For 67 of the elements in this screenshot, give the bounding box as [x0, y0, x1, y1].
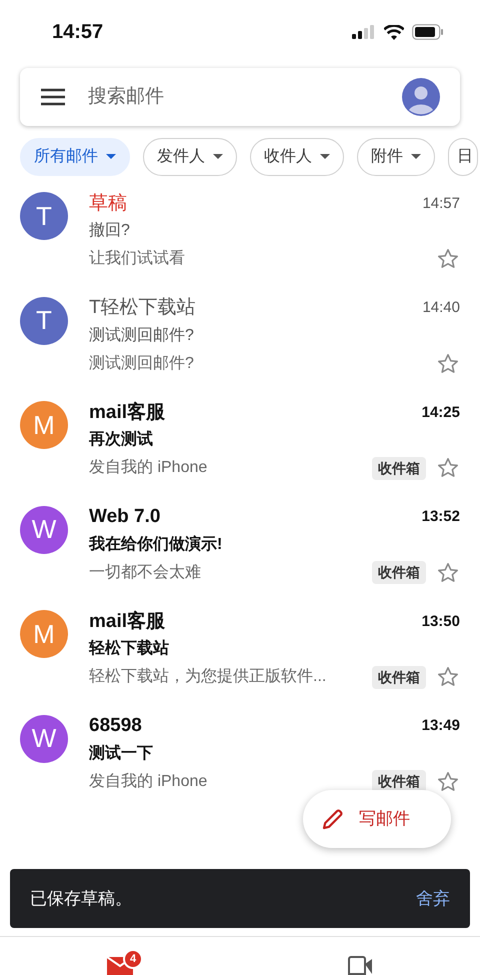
- email-snippet: 测试测回邮件?: [89, 354, 195, 374]
- email-time: 13:49: [422, 716, 460, 736]
- email-row[interactable]: W Web 7.0 13:52 我在给你们做演示! 一切都不会太难 收件箱: [0, 504, 480, 608]
- video-icon[interactable]: [347, 955, 373, 975]
- caret-icon: [106, 154, 116, 160]
- battery-icon: [412, 24, 444, 40]
- email-row[interactable]: M mail客服 13:50 轻松下载站 轻松下载站，为您提供正版软件... 收件箱: [0, 608, 480, 712]
- email-row[interactable]: T 草稿 14:57 撤回? 让我们试试看: [0, 190, 480, 294]
- search-field[interactable]: 搜索邮件: [88, 82, 380, 112]
- inbox-label: 收件箱: [372, 456, 426, 480]
- snackbar-message: 已保存草稿。: [30, 888, 132, 910]
- email-subject: 轻松下载站: [89, 638, 170, 659]
- email-row[interactable]: T T轻松下载站 14:40 测试测回邮件? 测试测回邮件?: [0, 294, 480, 399]
- inbox-label: 收件箱: [372, 561, 426, 584]
- email-snippet: 一切都不会太难: [89, 562, 202, 582]
- sender-name: Web 7.0: [89, 505, 160, 530]
- email-time: 14:25: [422, 402, 460, 423]
- email-snippet: 让我们试试看: [89, 248, 186, 269]
- filter-chip[interactable]: 附件: [357, 138, 435, 176]
- unread-badge: 4: [123, 949, 143, 969]
- email-snippet: 发自我的 iPhone: [89, 772, 208, 792]
- signal-icon: [352, 25, 376, 39]
- sender-name: mail客服: [89, 610, 166, 634]
- email-subject: 测试测回邮件?: [89, 326, 195, 346]
- sender-avatar: M: [20, 610, 68, 658]
- email-time: 14:40: [422, 298, 460, 318]
- email-subject: 测试一下: [89, 744, 154, 764]
- filter-chip[interactable]: 所有邮件: [20, 138, 130, 176]
- star-icon[interactable]: [436, 770, 460, 794]
- star-icon[interactable]: [436, 247, 460, 271]
- menu-icon[interactable]: [40, 87, 66, 107]
- sender-name: 草稿: [89, 192, 127, 216]
- email-subject: 再次测试: [89, 430, 154, 450]
- compose-button[interactable]: 写邮件: [303, 790, 451, 848]
- email-subject: 撤回?: [89, 220, 131, 241]
- email-time: 13:52: [422, 507, 460, 528]
- star-icon[interactable]: [436, 352, 460, 376]
- caret-icon: [213, 154, 223, 160]
- sender-avatar: M: [20, 401, 68, 449]
- filter-chip[interactable]: 发件人: [143, 138, 237, 176]
- email-time: 14:57: [422, 194, 460, 214]
- caret-icon: [320, 154, 330, 160]
- email-snippet: 轻松下载站，为您提供正版软件...: [89, 666, 328, 687]
- email-snippet: 发自我的 iPhone: [89, 458, 208, 478]
- sender-avatar: W: [20, 506, 68, 554]
- filter-chip[interactable]: 日: [448, 138, 478, 176]
- email-row[interactable]: M mail客服 14:25 再次测试 发自我的 iPhone 收件箱: [0, 399, 480, 504]
- pencil-icon: [321, 807, 345, 831]
- email-time: 13:50: [422, 612, 460, 632]
- sender-name: mail客服: [89, 400, 166, 425]
- filter-chip[interactable]: 收件人: [250, 138, 344, 176]
- caret-icon: [411, 154, 421, 160]
- wifi-icon: [384, 24, 404, 40]
- email-subject: 我在给你们做演示!: [89, 534, 224, 554]
- sender-name: 68598: [89, 714, 142, 738]
- sender-name: T轻松下载站: [89, 296, 196, 320]
- star-icon[interactable]: [436, 456, 460, 480]
- inbox-label: 收件箱: [372, 666, 426, 688]
- discard-button[interactable]: 舍弃: [416, 886, 450, 912]
- status-time: 14:57: [52, 20, 104, 45]
- sender-avatar: T: [20, 192, 68, 240]
- avatar-icon[interactable]: [402, 78, 440, 116]
- star-icon[interactable]: [436, 560, 460, 584]
- sender-avatar: T: [20, 296, 68, 344]
- sender-avatar: W: [20, 714, 68, 762]
- star-icon[interactable]: [436, 665, 460, 689]
- search-bar[interactable]: 搜索邮件: [20, 68, 460, 126]
